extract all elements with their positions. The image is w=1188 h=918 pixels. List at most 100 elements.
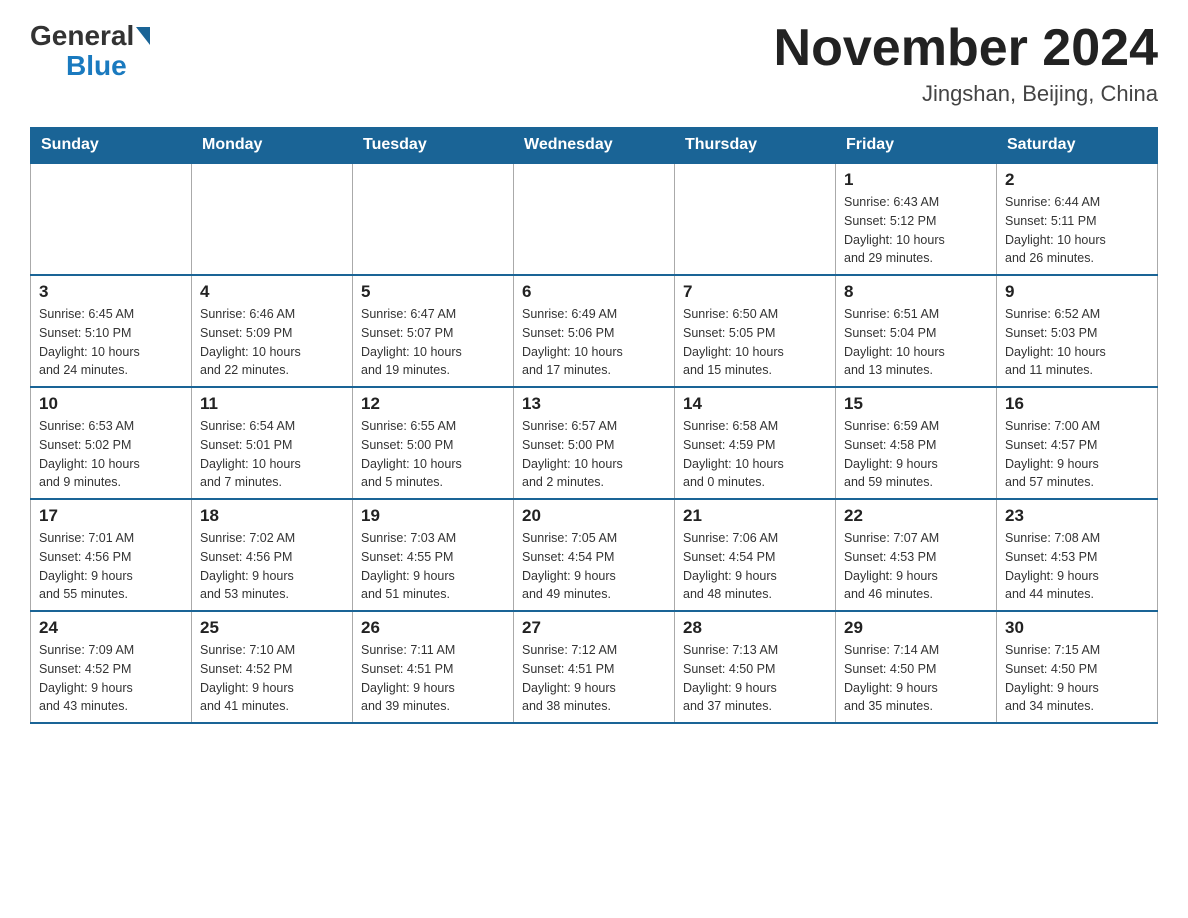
calendar-week-row: 17Sunrise: 7:01 AMSunset: 4:56 PMDayligh…	[31, 499, 1158, 611]
calendar-day-cell: 7 Sunrise: 6:50 AMSunset: 5:05 PMDaylight…	[675, 275, 836, 387]
calendar-day-cell: 26 Sunrise: 7:11 AMSunset: 4:51 PMDayligh…	[353, 611, 514, 723]
day-number: 26	[361, 618, 505, 638]
day-number: 3	[39, 282, 183, 302]
calendar-week-row: 24 Sunrise: 7:09 AMSunset: 4:52 PMDayligh…	[31, 611, 1158, 723]
day-info: Sunrise: 6:47 AMSunset: 5:07 PMDaylight:…	[361, 305, 505, 380]
day-info: Sunrise: 6:55 AMSunset: 5:00 PMDaylight:…	[361, 417, 505, 492]
day-number: 29	[844, 618, 988, 638]
calendar-day-cell: 14 Sunrise: 6:58 AMSunset: 4:59 PMDayligh…	[675, 387, 836, 499]
calendar-week-row: 1 Sunrise: 6:43 AMSunset: 5:12 PMDaylight…	[31, 163, 1158, 275]
calendar-day-cell: 29 Sunrise: 7:14 AMSunset: 4:50 PMDayligh…	[836, 611, 997, 723]
day-info: Sunrise: 7:07 AMSunset: 4:53 PMDaylight:…	[844, 529, 988, 604]
day-number: 11	[200, 394, 344, 414]
calendar-week-row: 3 Sunrise: 6:45 AMSunset: 5:10 PMDaylight…	[31, 275, 1158, 387]
calendar-day-cell: 13 Sunrise: 6:57 AMSunset: 5:00 PMDayligh…	[514, 387, 675, 499]
month-title: November 2024	[774, 20, 1158, 77]
day-info: Sunrise: 7:15 AMSunset: 4:50 PMDaylight:…	[1005, 641, 1149, 716]
page-header: General Blue November 2024 Jingshan, Bei…	[30, 20, 1158, 107]
day-of-week-header: Wednesday	[514, 128, 675, 164]
calendar-day-cell: 16Sunrise: 7:00 AMSunset: 4:57 PMDayligh…	[997, 387, 1158, 499]
day-number: 13	[522, 394, 666, 414]
calendar-day-cell: 19 Sunrise: 7:03 AMSunset: 4:55 PMDayligh…	[353, 499, 514, 611]
logo: General Blue	[30, 20, 152, 82]
day-number: 21	[683, 506, 827, 526]
day-number: 7	[683, 282, 827, 302]
day-info: Sunrise: 7:09 AMSunset: 4:52 PMDaylight:…	[39, 641, 183, 716]
calendar-day-cell: 6Sunrise: 6:49 AMSunset: 5:06 PMDaylight…	[514, 275, 675, 387]
day-info: Sunrise: 7:12 AMSunset: 4:51 PMDaylight:…	[522, 641, 666, 716]
day-info: Sunrise: 6:54 AMSunset: 5:01 PMDaylight:…	[200, 417, 344, 492]
calendar-day-cell: 4 Sunrise: 6:46 AMSunset: 5:09 PMDaylight…	[192, 275, 353, 387]
day-number: 8	[844, 282, 988, 302]
calendar-day-cell: 10 Sunrise: 6:53 AMSunset: 5:02 PMDayligh…	[31, 387, 192, 499]
calendar-day-cell	[192, 163, 353, 275]
day-number: 25	[200, 618, 344, 638]
day-of-week-header: Sunday	[31, 128, 192, 164]
calendar-day-cell: 21 Sunrise: 7:06 AMSunset: 4:54 PMDayligh…	[675, 499, 836, 611]
day-number: 28	[683, 618, 827, 638]
day-number: 9	[1005, 282, 1149, 302]
day-of-week-header: Friday	[836, 128, 997, 164]
calendar-day-cell	[31, 163, 192, 275]
day-info: Sunrise: 7:02 AMSunset: 4:56 PMDaylight:…	[200, 529, 344, 604]
calendar-day-cell: 12 Sunrise: 6:55 AMSunset: 5:00 PMDayligh…	[353, 387, 514, 499]
calendar-day-cell	[514, 163, 675, 275]
calendar-day-cell: 11 Sunrise: 6:54 AMSunset: 5:01 PMDayligh…	[192, 387, 353, 499]
logo-blue-text: Blue	[66, 50, 127, 82]
day-info: Sunrise: 6:52 AMSunset: 5:03 PMDaylight:…	[1005, 305, 1149, 380]
day-number: 27	[522, 618, 666, 638]
day-number: 18	[200, 506, 344, 526]
calendar-day-cell: 9 Sunrise: 6:52 AMSunset: 5:03 PMDaylight…	[997, 275, 1158, 387]
calendar-day-cell: 18 Sunrise: 7:02 AMSunset: 4:56 PMDayligh…	[192, 499, 353, 611]
calendar-day-cell: 20 Sunrise: 7:05 AMSunset: 4:54 PMDayligh…	[514, 499, 675, 611]
calendar-week-row: 10 Sunrise: 6:53 AMSunset: 5:02 PMDayligh…	[31, 387, 1158, 499]
day-number: 14	[683, 394, 827, 414]
day-info: Sunrise: 6:51 AMSunset: 5:04 PMDaylight:…	[844, 305, 988, 380]
day-info: Sunrise: 6:58 AMSunset: 4:59 PMDaylight:…	[683, 417, 827, 492]
day-number: 5	[361, 282, 505, 302]
calendar-day-cell: 5 Sunrise: 6:47 AMSunset: 5:07 PMDaylight…	[353, 275, 514, 387]
day-info: Sunrise: 6:44 AMSunset: 5:11 PMDaylight:…	[1005, 193, 1149, 268]
day-of-week-header: Thursday	[675, 128, 836, 164]
day-info: Sunrise: 6:57 AMSunset: 5:00 PMDaylight:…	[522, 417, 666, 492]
calendar-day-cell: 28Sunrise: 7:13 AMSunset: 4:50 PMDayligh…	[675, 611, 836, 723]
day-number: 22	[844, 506, 988, 526]
calendar-day-cell: 24 Sunrise: 7:09 AMSunset: 4:52 PMDayligh…	[31, 611, 192, 723]
day-info: Sunrise: 7:03 AMSunset: 4:55 PMDaylight:…	[361, 529, 505, 604]
day-number: 24	[39, 618, 183, 638]
day-info: Sunrise: 7:11 AMSunset: 4:51 PMDaylight:…	[361, 641, 505, 716]
day-of-week-header: Saturday	[997, 128, 1158, 164]
calendar-day-cell: 2 Sunrise: 6:44 AMSunset: 5:11 PMDaylight…	[997, 163, 1158, 275]
day-number: 23	[1005, 506, 1149, 526]
day-info: Sunrise: 6:46 AMSunset: 5:09 PMDaylight:…	[200, 305, 344, 380]
day-info: Sunrise: 6:50 AMSunset: 5:05 PMDaylight:…	[683, 305, 827, 380]
day-info: Sunrise: 7:00 AMSunset: 4:57 PMDaylight:…	[1005, 417, 1149, 492]
day-info: Sunrise: 6:43 AMSunset: 5:12 PMDaylight:…	[844, 193, 988, 268]
day-info: Sunrise: 6:53 AMSunset: 5:02 PMDaylight:…	[39, 417, 183, 492]
day-number: 20	[522, 506, 666, 526]
calendar-day-cell: 23 Sunrise: 7:08 AMSunset: 4:53 PMDayligh…	[997, 499, 1158, 611]
day-of-week-header: Tuesday	[353, 128, 514, 164]
logo-general-text: General	[30, 20, 134, 52]
day-of-week-header: Monday	[192, 128, 353, 164]
logo-arrow-icon	[136, 27, 150, 45]
day-number: 4	[200, 282, 344, 302]
day-number: 10	[39, 394, 183, 414]
day-info: Sunrise: 7:05 AMSunset: 4:54 PMDaylight:…	[522, 529, 666, 604]
day-number: 12	[361, 394, 505, 414]
calendar-day-cell: 17Sunrise: 7:01 AMSunset: 4:56 PMDayligh…	[31, 499, 192, 611]
calendar-day-cell	[675, 163, 836, 275]
day-number: 30	[1005, 618, 1149, 638]
calendar-day-cell: 8 Sunrise: 6:51 AMSunset: 5:04 PMDaylight…	[836, 275, 997, 387]
calendar-day-cell: 15Sunrise: 6:59 AMSunset: 4:58 PMDayligh…	[836, 387, 997, 499]
calendar-day-cell: 25Sunrise: 7:10 AMSunset: 4:52 PMDayligh…	[192, 611, 353, 723]
day-number: 2	[1005, 170, 1149, 190]
day-info: Sunrise: 6:45 AMSunset: 5:10 PMDaylight:…	[39, 305, 183, 380]
day-info: Sunrise: 7:14 AMSunset: 4:50 PMDaylight:…	[844, 641, 988, 716]
day-number: 1	[844, 170, 988, 190]
day-info: Sunrise: 7:06 AMSunset: 4:54 PMDaylight:…	[683, 529, 827, 604]
day-number: 19	[361, 506, 505, 526]
day-info: Sunrise: 7:08 AMSunset: 4:53 PMDaylight:…	[1005, 529, 1149, 604]
calendar-header-row: SundayMondayTuesdayWednesdayThursdayFrid…	[31, 128, 1158, 164]
day-info: Sunrise: 7:01 AMSunset: 4:56 PMDaylight:…	[39, 529, 183, 604]
